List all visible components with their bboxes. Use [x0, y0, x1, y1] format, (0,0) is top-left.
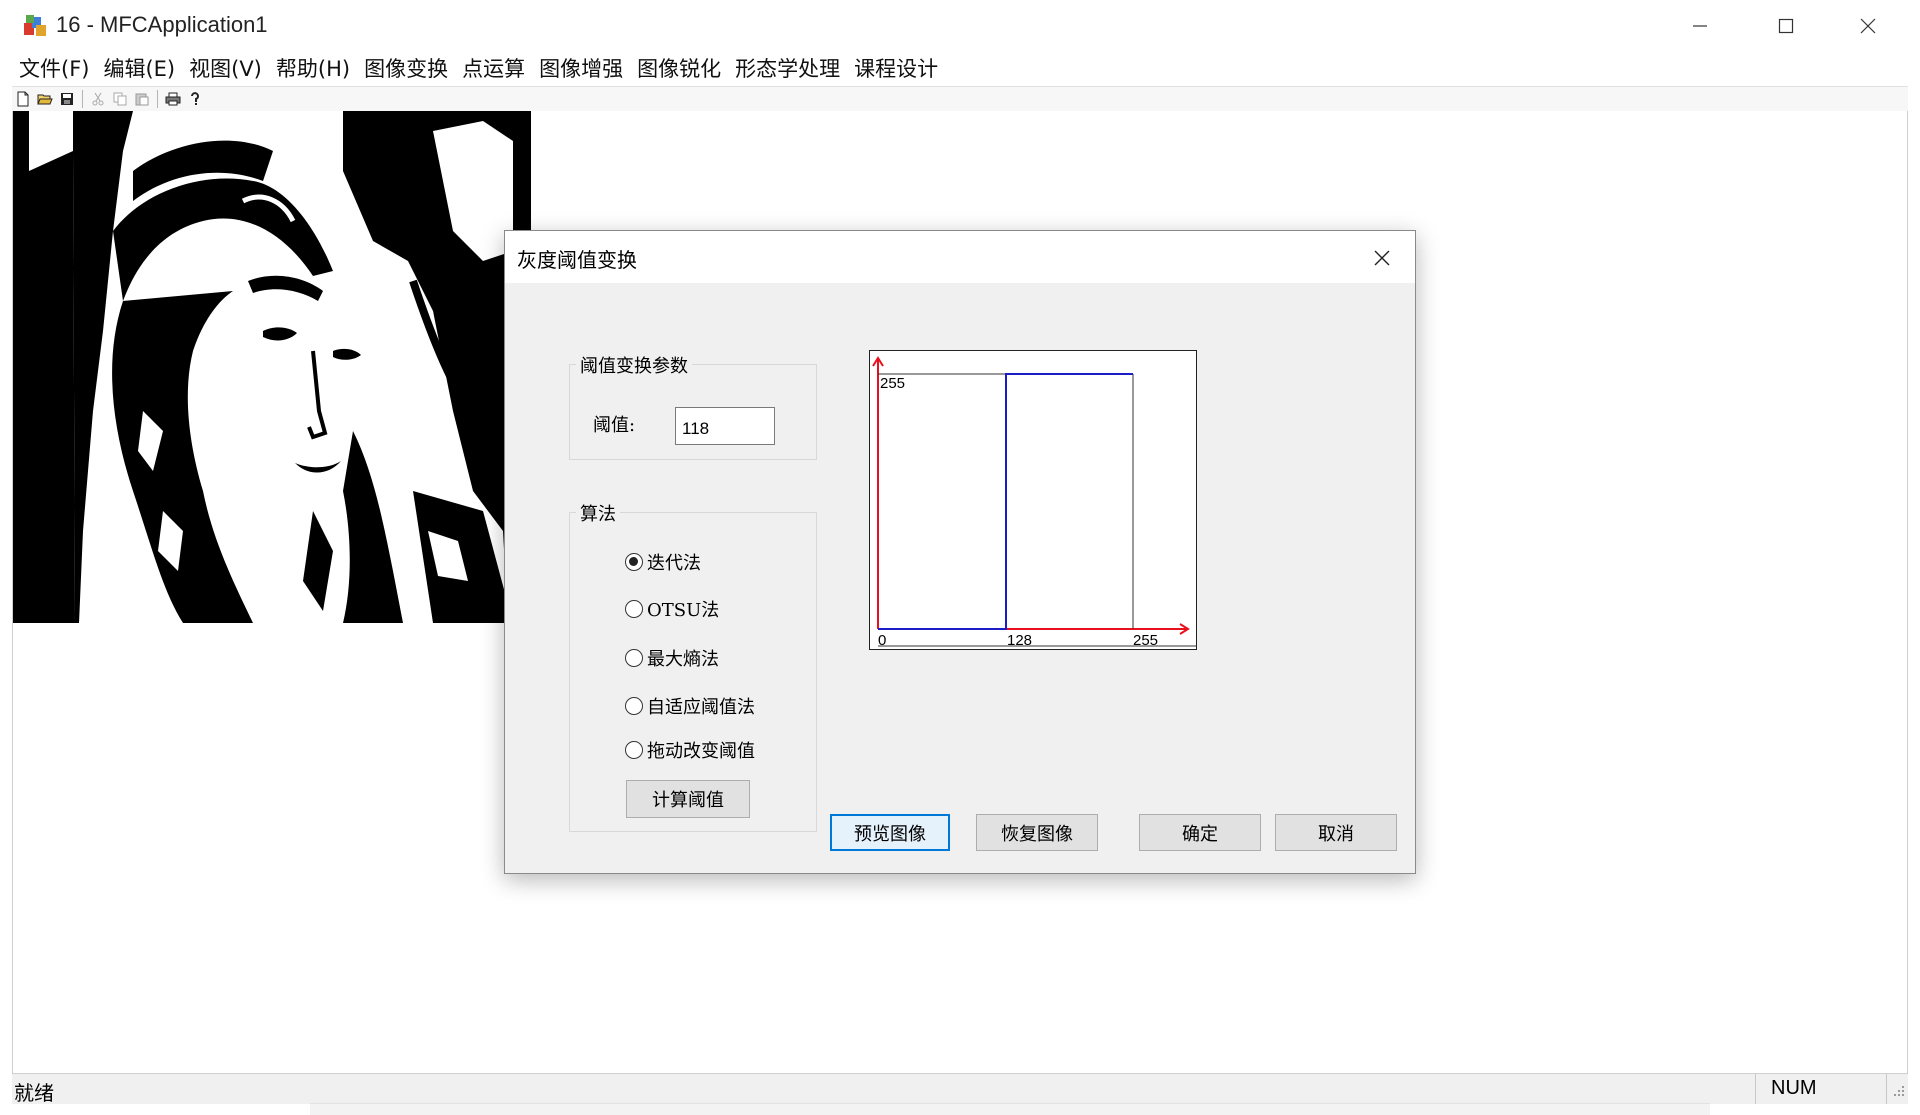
y-tick-255: 255	[880, 375, 905, 392]
title-bar: 16 - MFCApplication1	[0, 0, 1920, 52]
x-tick-128: 128	[1007, 632, 1032, 649]
copy-icon	[113, 92, 127, 106]
copy-button[interactable]	[109, 89, 131, 109]
menu-course-design[interactable]: 课程设计	[847, 52, 945, 86]
help-icon	[191, 92, 199, 105]
maximize-icon	[1778, 18, 1794, 34]
cut-icon	[92, 92, 104, 106]
menu-help[interactable]: 帮助(H)	[269, 52, 357, 86]
cut-button[interactable]	[87, 89, 109, 109]
close-icon	[1860, 18, 1876, 34]
x-tick-0: 0	[878, 632, 886, 649]
minimize-icon	[1693, 25, 1707, 27]
radio-drag-threshold[interactable]: 拖动改变阈值	[625, 737, 755, 763]
view-border	[1907, 111, 1908, 1073]
radio-label: 拖动改变阈值	[647, 741, 755, 762]
paste-button[interactable]	[131, 89, 153, 109]
gray-threshold-dialog: 灰度阈值变换 阈值变换参数 阈值: 算法 迭代法 OTSU法 最大熵法	[504, 230, 1416, 874]
restore-image-button[interactable]: 恢复图像	[976, 814, 1098, 851]
window-title: 16 - MFCApplication1	[56, 12, 268, 37]
save-icon	[61, 93, 73, 105]
menu-bar: 文件(F) 编辑(E) 视图(V) 帮助(H) 图像变换 点运算 图像增强 图像…	[12, 52, 945, 86]
cancel-button[interactable]: 取消	[1275, 814, 1397, 851]
radio-max-entropy[interactable]: 最大熵法	[625, 645, 719, 671]
dialog-close-button[interactable]	[1365, 243, 1399, 273]
menu-image-enhance[interactable]: 图像增强	[532, 52, 630, 86]
radio-iterative[interactable]: 迭代法	[625, 549, 701, 575]
status-bar: 就绪 NUM	[12, 1073, 1908, 1105]
open-button[interactable]	[34, 89, 56, 109]
toolbar	[12, 86, 1908, 113]
x-tick-255: 255	[1133, 632, 1158, 649]
preview-image-button[interactable]: 预览图像	[830, 814, 950, 851]
mfc-app-icon	[24, 15, 46, 36]
open-icon	[37, 94, 53, 105]
close-icon	[1374, 250, 1390, 266]
radio-otsu[interactable]: OTSU法	[625, 596, 719, 622]
menu-image-sharpen[interactable]: 图像锐化	[630, 52, 728, 86]
radio-button[interactable]	[625, 553, 643, 571]
radio-label: 最大熵法	[647, 649, 719, 670]
maximize-button[interactable]	[1746, 0, 1826, 52]
help-button[interactable]	[184, 89, 206, 109]
minimize-button[interactable]	[1660, 0, 1740, 52]
binarized-image	[13, 111, 531, 623]
radio-button[interactable]	[625, 600, 643, 618]
threshold-transform-graph[interactable]: 255 0 128 255	[869, 350, 1197, 650]
menu-image-transform[interactable]: 图像变换	[357, 52, 455, 86]
menu-edit[interactable]: 编辑(E)	[96, 52, 182, 86]
menu-view[interactable]: 视图(V)	[182, 52, 269, 86]
new-icon	[17, 91, 29, 107]
ok-button[interactable]: 确定	[1139, 814, 1261, 851]
new-button[interactable]	[12, 89, 34, 109]
radio-button[interactable]	[625, 649, 643, 667]
radio-adaptive[interactable]: 自适应阈值法	[625, 693, 755, 719]
menu-point-ops[interactable]: 点运算	[455, 52, 532, 86]
status-text: 就绪	[14, 1081, 54, 1105]
algorithm-label: 算法	[576, 500, 620, 526]
radio-button[interactable]	[625, 697, 643, 715]
close-button[interactable]	[1828, 0, 1908, 52]
paste-icon	[135, 93, 149, 106]
print-icon	[165, 92, 181, 106]
toolbar-separator	[82, 90, 83, 108]
threshold-input[interactable]	[675, 407, 775, 445]
radio-label: 迭代法	[647, 553, 701, 574]
num-lock-label: NUM	[1771, 1077, 1817, 1099]
toolbar-separator	[157, 90, 158, 108]
dialog-title: 灰度阈值变换	[517, 248, 637, 272]
threshold-label: 阈值:	[593, 415, 636, 436]
num-lock-indicator: NUM	[1755, 1074, 1887, 1104]
threshold-params-label: 阈值变换参数	[576, 352, 692, 378]
radio-label: OTSU法	[647, 600, 720, 621]
background-window-edge	[310, 1103, 1710, 1115]
dialog-title-bar: 灰度阈值变换	[505, 231, 1415, 283]
radio-button[interactable]	[625, 741, 643, 759]
menu-morphology[interactable]: 形态学处理	[728, 52, 847, 86]
menu-file[interactable]: 文件(F)	[12, 52, 96, 86]
save-button[interactable]	[56, 89, 78, 109]
main-window: 16 - MFCApplication1 文件(F) 编辑(E) 视图(V) 帮…	[0, 0, 1920, 1115]
compute-threshold-button[interactable]: 计算阈值	[626, 780, 750, 818]
radio-label: 自适应阈值法	[647, 697, 755, 718]
print-button[interactable]	[162, 89, 184, 109]
resize-grip-icon[interactable]	[1890, 1080, 1906, 1098]
